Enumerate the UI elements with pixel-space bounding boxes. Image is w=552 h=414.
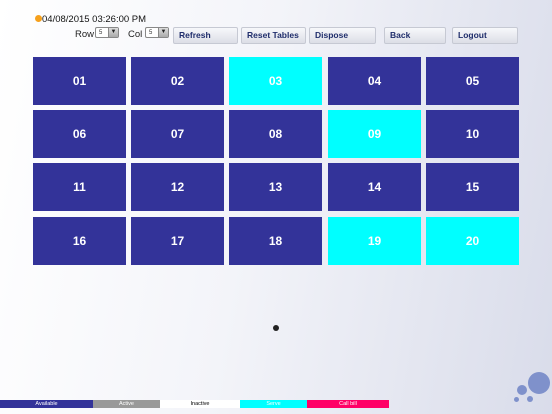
refresh-button[interactable]: Refresh — [173, 27, 238, 44]
table-tile[interactable]: 19 — [328, 217, 421, 265]
back-button[interactable]: Back — [384, 27, 446, 44]
status-dot — [35, 15, 42, 22]
row-select-value: 5 — [99, 29, 103, 36]
table-tile[interactable]: 13 — [229, 163, 322, 211]
table-tile[interactable]: 02 — [131, 57, 224, 105]
table-tile[interactable]: 17 — [131, 217, 224, 265]
logout-button[interactable]: Logout — [452, 27, 518, 44]
legend-serve: Serve — [240, 400, 307, 408]
datetime: 04/08/2015 03:26:00 PM — [42, 14, 147, 25]
legend-call-bill: Call bill — [307, 400, 389, 408]
col-select[interactable]: 5 ▼ — [145, 27, 169, 38]
row-select[interactable]: 5 ▼ — [95, 27, 119, 38]
table-tile[interactable]: 16 — [33, 217, 126, 265]
table-tile[interactable]: 14 — [328, 163, 421, 211]
legend-inactive: Inactive — [160, 400, 240, 408]
col-select-value: 5 — [149, 29, 153, 36]
status-legend: Available Active Inactive Serve Call bil… — [0, 400, 389, 408]
table-tile[interactable]: 12 — [131, 163, 224, 211]
reset-tables-button[interactable]: Reset Tables — [241, 27, 306, 44]
chevron-down-icon: ▼ — [108, 28, 118, 37]
table-tile[interactable]: 01 — [33, 57, 126, 105]
table-tile[interactable]: 15 — [426, 163, 519, 211]
table-tile[interactable]: 10 — [426, 110, 519, 158]
table-tile[interactable]: 08 — [229, 110, 322, 158]
legend-available: Available — [0, 400, 93, 408]
pointer-dot — [273, 325, 279, 331]
table-tile[interactable]: 07 — [131, 110, 224, 158]
table-tile[interactable]: 09 — [328, 110, 421, 158]
table-tile[interactable]: 18 — [229, 217, 322, 265]
table-tile[interactable]: 04 — [328, 57, 421, 105]
table-tile[interactable]: 03 — [229, 57, 322, 105]
table-tile[interactable]: 11 — [33, 163, 126, 211]
chevron-down-icon: ▼ — [158, 28, 168, 37]
dispose-button[interactable]: Dispose — [309, 27, 376, 44]
table-tile[interactable]: 20 — [426, 217, 519, 265]
legend-active: Active — [93, 400, 160, 408]
col-label: Col — [128, 29, 143, 40]
row-label: Row — [75, 29, 95, 40]
table-tile[interactable]: 05 — [426, 57, 519, 105]
table-tile[interactable]: 06 — [33, 110, 126, 158]
